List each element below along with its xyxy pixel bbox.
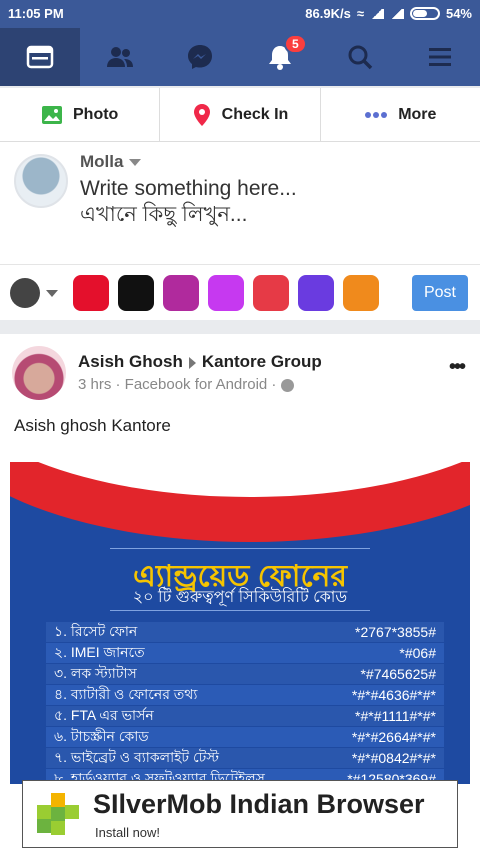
notifications-tab[interactable]: 5 [240,28,320,86]
author-name[interactable]: Asish Ghosh [78,352,183,371]
poster-code-list: ১. রিসেট ফোন *2767*3855# ২. IMEI জানতে *#0… [46,622,444,784]
signal-icon-2 [389,8,404,19]
network-speed: 86.9K/s [305,6,351,21]
more-dots-icon [365,111,388,118]
status-composer: Molla Write something here... এখানে কিছু… [0,142,480,264]
post-button[interactable]: Post [412,275,468,311]
row-code: *#*#2664#*#* [351,729,436,745]
signal-icon [369,8,384,19]
top-navbar: 5 [0,28,480,86]
battery-icon [409,7,440,20]
check-in-button[interactable]: Check In [159,88,319,141]
more-label: More [398,105,437,123]
row-code: *#06# [399,645,436,661]
globe-icon [280,378,294,392]
messenger-tab[interactable] [160,28,240,86]
post-meta-text: 3 hrs · Facebook for Android · [78,376,277,393]
status-time: 11:05 PM [8,6,64,21]
status-right: 86.9K/s ≈ 54% [305,6,472,21]
poster-row: ৪. ব্যাটারী ও ফোনের তথ্য *#*#4636#*#* [46,685,444,706]
friends-tab[interactable] [80,28,160,86]
composer-actions: Photo Check In More [0,88,480,142]
poster-divider [110,610,370,611]
news-feed-icon [26,45,54,69]
status-bar: 11:05 PM 86.9K/s ≈ 54% [0,0,480,28]
status-input[interactable]: Write something here... এখানে কিছু লিখুন… [80,176,297,228]
ad-install-cta[interactable]: Install now! [95,825,160,840]
menu-tab[interactable] [400,28,480,86]
messenger-icon [188,45,212,69]
chevron-down-icon [129,159,142,167]
row-code: *#*#1111#*#* [355,708,436,724]
arrow-right-icon [188,356,196,369]
more-button[interactable]: More [319,88,480,141]
poster-row: ৭. ভাইব্রেট ও ব্যাকলাইট টেস্ট *#*#0842#*#… [46,748,444,769]
location-pin-icon [193,103,210,126]
background-swatch[interactable] [298,275,334,311]
background-picker: Post [0,264,480,320]
photo-icon [42,105,62,124]
post-caption: Asish ghosh Kantore [14,416,171,435]
background-swatch[interactable] [163,275,199,311]
row-code: *#7465625# [360,666,436,682]
composer-user[interactable]: Molla [80,152,142,172]
poster-row: ৬. টাচস্ক্রীন কোড *#*#2664#*#* [46,727,444,748]
battery-percent: 54% [445,6,472,21]
photo-button[interactable]: Photo [0,88,159,141]
background-swatch[interactable] [253,275,289,311]
hamburger-menu-icon [429,48,451,66]
poster-divider [110,548,370,549]
group-name[interactable]: Kantore Group [202,352,322,371]
photo-label: Photo [73,105,119,123]
post-options-icon[interactable]: ••• [449,356,466,379]
post-meta: 3 hrs · Facebook for Android · [78,376,294,393]
poster-row: ৩. লক স্ট্যাটাস *#7465625# [46,664,444,685]
background-swatch[interactable] [73,275,109,311]
poster-subtitle: ২০ টি গুরুত্বপূর্ণ সিকিউরিটি কোড [132,589,348,606]
post-header: Asish Ghosh Kantore Group [78,352,322,372]
ad-title: SIlverMob Indian Browser [93,789,425,819]
globe-icon[interactable] [10,278,58,308]
background-swatch[interactable] [343,275,379,311]
search-tab[interactable] [320,28,400,86]
notification-badge: 5 [284,34,307,54]
feed-post: Asish Ghosh Kantore Group 3 hrs · Faceboo… [0,334,480,854]
composer-user-name: Molla [80,152,124,171]
row-code: *#*#4636#*#* [351,687,436,703]
news-feed-tab[interactable] [0,28,80,86]
search-icon [348,45,373,70]
wifi-icon: ≈ [356,6,364,21]
check-in-label: Check In [221,105,289,123]
ad-banner[interactable]: SIlverMob Indian Browser Install now! [22,780,458,848]
poster-row: ২. IMEI জানতে *#06# [46,643,444,664]
author-avatar[interactable] [12,346,66,400]
poster-row: ১. রিসেট ফোন *2767*3855# [46,622,444,643]
user-avatar [14,154,68,208]
row-code: *2767*3855# [355,624,436,640]
friends-icon [107,47,133,67]
post-image[interactable]: এ্যান্ড্রয়েড ফোনের ২০ টি গুরুত্বপূর্ণ স… [10,462,470,784]
row-code: *#*#0842#*#* [351,750,436,766]
silvermob-logo [37,793,79,835]
background-swatch[interactable] [208,275,244,311]
background-swatch[interactable] [118,275,154,311]
poster-row: ৫. FTA এর ভার্সন *#*#1111#*#* [46,706,444,727]
